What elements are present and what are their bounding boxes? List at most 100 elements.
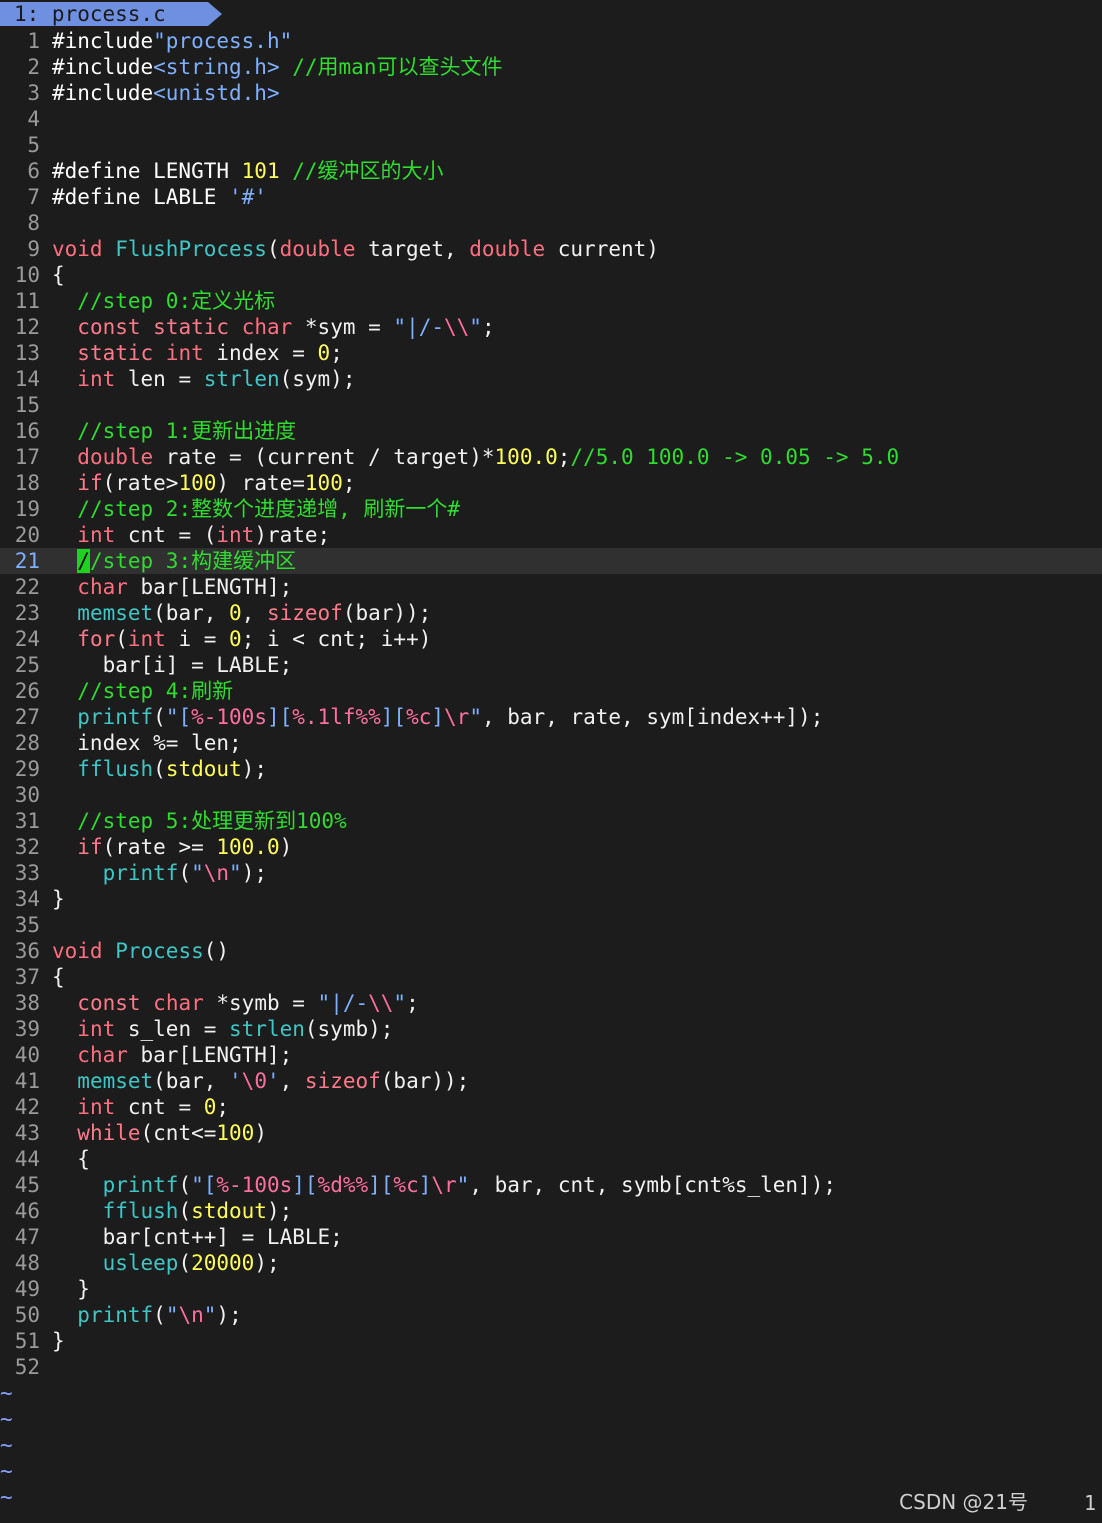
code-token: ( bbox=[178, 1173, 192, 1197]
code-token: ][ bbox=[292, 1173, 318, 1197]
code-line[interactable]: 8 bbox=[0, 210, 1102, 236]
line-number: 48 bbox=[14, 1251, 40, 1275]
tab-process-c[interactable]: 1: process.c bbox=[0, 2, 208, 26]
code-line[interactable]: 21 //step 3:构建缓冲区 bbox=[0, 548, 1102, 574]
line-number: 43 bbox=[14, 1121, 40, 1145]
code-token: char bbox=[241, 315, 293, 339]
code-line[interactable]: 7 #define LABLE '#' bbox=[0, 184, 1102, 210]
code-line[interactable]: 42 int cnt = 0; bbox=[0, 1094, 1102, 1120]
code-token: fflush bbox=[102, 1199, 179, 1223]
code-line[interactable]: 15 bbox=[0, 392, 1102, 418]
code-line[interactable]: 44 { bbox=[0, 1146, 1102, 1172]
code-line[interactable]: 25 bar[i] = LABLE; bbox=[0, 652, 1102, 678]
line-number: 45 bbox=[14, 1173, 40, 1197]
code-line[interactable]: 22 char bar[LENGTH]; bbox=[0, 574, 1102, 600]
code-line[interactable]: 19 //step 2:整数个进度递增, 刷新一个# bbox=[0, 496, 1102, 522]
code-line[interactable]: 24 for(int i = 0; i < cnt; i++) bbox=[0, 626, 1102, 652]
status-right-number: 1 bbox=[1083, 1491, 1096, 1515]
code-line[interactable]: 47 bar[cnt++] = LABLE; bbox=[0, 1224, 1102, 1250]
code-line[interactable]: 28 index %= len; bbox=[0, 730, 1102, 756]
code-line[interactable]: 3 #include<unistd.h> bbox=[0, 80, 1102, 106]
line-number: 28 bbox=[14, 731, 40, 755]
code-line[interactable]: 36 void Process() bbox=[0, 938, 1102, 964]
code-line[interactable]: 17 double rate = (current / target)*100.… bbox=[0, 444, 1102, 470]
code-line[interactable]: 27 printf("[%-100s][%.1lf%%][%c]\r", bar… bbox=[0, 704, 1102, 730]
code-line[interactable]: 46 fflush(stdout); bbox=[0, 1198, 1102, 1224]
code-token: " bbox=[469, 315, 482, 339]
code-token: } bbox=[52, 1329, 65, 1353]
code-line[interactable]: 41 memset(bar, '\0', sizeof(bar)); bbox=[0, 1068, 1102, 1094]
code-token: static bbox=[77, 341, 154, 365]
code-line[interactable]: 31 //step 5:处理更新到100% bbox=[0, 808, 1102, 834]
code-token: 100 bbox=[216, 1121, 255, 1145]
code-token: int bbox=[77, 523, 116, 547]
code-token: printf bbox=[102, 861, 179, 885]
code-line[interactable]: 35 bbox=[0, 912, 1102, 938]
line-number: 33 bbox=[14, 861, 40, 885]
line-number: 31 bbox=[14, 809, 40, 833]
code-token: \\ bbox=[444, 315, 470, 339]
code-line[interactable]: 14 int len = strlen(sym); bbox=[0, 366, 1102, 392]
code-token: ( bbox=[178, 1199, 192, 1223]
code-line[interactable]: 43 while(cnt<=100) bbox=[0, 1120, 1102, 1146]
code-token: printf bbox=[77, 705, 154, 729]
code-line[interactable]: 6 #define LENGTH 101 //缓冲区的大小 bbox=[0, 158, 1102, 184]
code-line[interactable]: 39 int s_len = strlen(symb); bbox=[0, 1016, 1102, 1042]
code-line[interactable]: 37 { bbox=[0, 964, 1102, 990]
line-number: 16 bbox=[14, 419, 40, 443]
code-line[interactable]: 23 memset(bar, 0, sizeof(bar)); bbox=[0, 600, 1102, 626]
code-line[interactable]: 49 } bbox=[0, 1276, 1102, 1302]
code-line[interactable]: 9 void FlushProcess(double target, double… bbox=[0, 236, 1102, 262]
code-token: index = bbox=[203, 341, 318, 365]
code-line[interactable]: 5 bbox=[0, 132, 1102, 158]
code-token: (rate> bbox=[102, 471, 179, 495]
code-line[interactable]: 12 const static char *sym = "|/-\\"; bbox=[0, 314, 1102, 340]
code-line[interactable]: 26 //step 4:刷新 bbox=[0, 678, 1102, 704]
code-line[interactable]: 33 printf("\n"); bbox=[0, 860, 1102, 886]
code-line[interactable]: 16 //step 1:更新出进度 bbox=[0, 418, 1102, 444]
line-number: 15 bbox=[14, 393, 40, 417]
code-token: void bbox=[52, 939, 103, 963]
code-line[interactable]: 40 char bar[LENGTH]; bbox=[0, 1042, 1102, 1068]
code-line[interactable]: 30 bbox=[0, 782, 1102, 808]
line-number: 3 bbox=[27, 81, 40, 105]
code-token: bar[i] = LABLE; bbox=[52, 653, 293, 677]
tab-arrow-icon bbox=[208, 2, 222, 26]
code-line[interactable]: 2 #include<string.h> //用man可以查头文件 bbox=[0, 54, 1102, 80]
code-token: " bbox=[469, 705, 482, 729]
code-line[interactable]: 32 if(rate >= 100.0) bbox=[0, 834, 1102, 860]
code-line[interactable]: 52 bbox=[0, 1354, 1102, 1380]
code-line[interactable]: 51} bbox=[0, 1328, 1102, 1354]
code-line[interactable]: 38 const char *symb = "|/-\\"; bbox=[0, 990, 1102, 1016]
code-line[interactable]: 1 #include"process.h" bbox=[0, 28, 1102, 54]
code-token: ); bbox=[241, 861, 267, 885]
editor-buffer[interactable]: 1 #include"process.h" 2 #include<string.h> … bbox=[0, 28, 1102, 1510]
code-line[interactable]: 13 static int index = 0; bbox=[0, 340, 1102, 366]
watermark: CSDN @21号 bbox=[899, 1490, 1028, 1514]
code-token: ( bbox=[153, 705, 166, 729]
line-number: 27 bbox=[14, 705, 40, 729]
code-line[interactable]: 34} bbox=[0, 886, 1102, 912]
code-token: ( bbox=[178, 861, 192, 885]
code-token: ( bbox=[178, 1251, 192, 1275]
line-number: 6 bbox=[27, 159, 40, 183]
code-line[interactable]: 48 usleep(20000); bbox=[0, 1250, 1102, 1276]
code-token: //step 2:整数个进度递增, 刷新一个# bbox=[77, 497, 461, 521]
code-line[interactable]: 18 if(rate>100) rate=100; bbox=[0, 470, 1102, 496]
code-token: " bbox=[165, 1303, 179, 1327]
code-token: ; bbox=[330, 341, 343, 365]
code-line[interactable]: 45 printf("[%-100s][%d%%][%c]\r", bar, c… bbox=[0, 1172, 1102, 1198]
code-token: fflush bbox=[77, 757, 154, 781]
code-token: "|/- bbox=[317, 991, 369, 1015]
code-line[interactable]: 11 //step 0:定义光标 bbox=[0, 288, 1102, 314]
code-line[interactable]: 29 fflush(stdout); bbox=[0, 756, 1102, 782]
code-token: ; bbox=[557, 445, 571, 469]
code-line[interactable]: 4 bbox=[0, 106, 1102, 132]
code-line[interactable]: 10 { bbox=[0, 262, 1102, 288]
code-token: "process.h" bbox=[153, 29, 293, 53]
code-line[interactable]: 50 printf("\n"); bbox=[0, 1302, 1102, 1328]
code-line[interactable]: 20 int cnt = (int)rate; bbox=[0, 522, 1102, 548]
